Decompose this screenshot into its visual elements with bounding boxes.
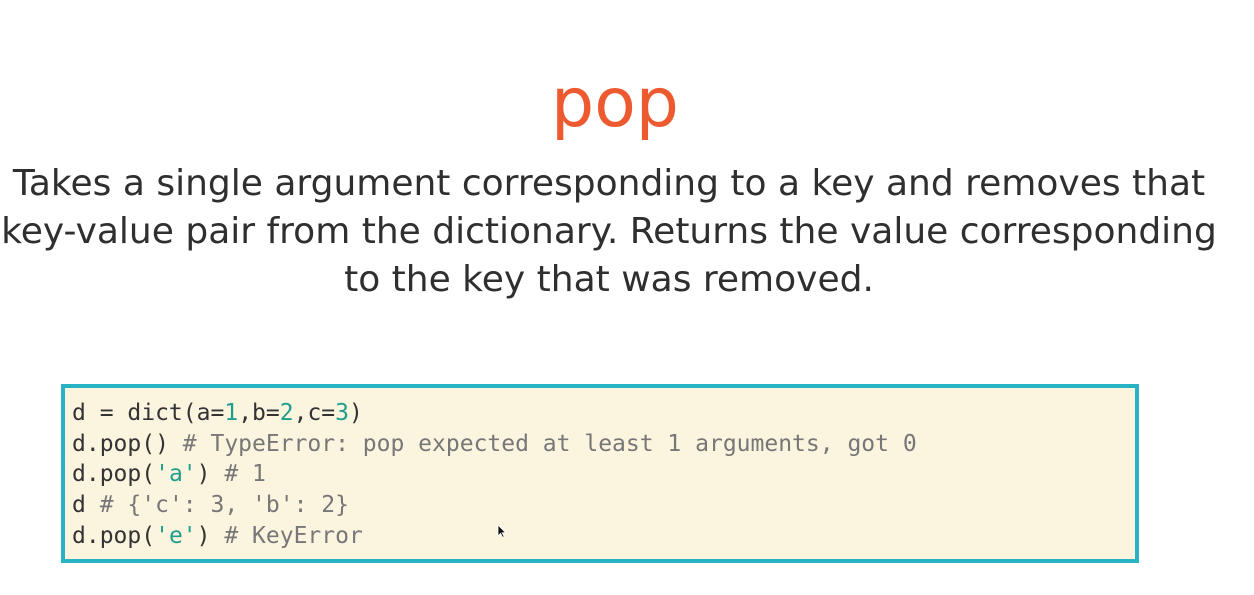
code-text: d = dict(a= [72,400,225,426]
slide-description: Takes a single argument corresponding to… [1,163,1217,300]
code-text: d.pop( [72,522,156,549]
code-comment: # {'c': 3, 'b': 2} [99,492,349,519]
code-text: d.pop( [72,461,156,488]
code-block: d = dict(a=1,b=2,c=3) d.pop() # TypeError… [61,384,1139,563]
slide-title: pop [551,63,679,143]
code-string: 'a' [155,461,197,488]
code-text: ,b= [238,400,280,426]
code-number: 1 [224,400,239,426]
code-comment: # TypeError: pop expected at least 1 arg… [182,430,917,457]
code-text: ,c= [293,400,336,426]
code-number: 3 [335,400,349,426]
code-text: ) [349,400,363,426]
code-string: 'e' [155,522,197,549]
code-line-3: d.pop('a') # 1 [72,459,1135,490]
code-line-4: d # {'c': 3, 'b': 2} [72,490,1135,521]
code-comment: # KeyError [224,522,363,549]
code-line-2: d.pop() # TypeError: pop expected at lea… [72,429,1135,460]
code-line-1: d = dict(a=1,b=2,c=3) [72,398,1135,429]
code-text: ) [196,522,225,549]
code-text: d.pop() [72,430,183,457]
code-comment: # 1 [224,461,266,488]
code-number: 2 [279,400,294,426]
code-text: d [72,492,100,519]
mouse-pointer-icon [497,524,507,538]
code-text: ) [196,461,225,488]
code-line-5: d.pop('e') # KeyError [72,521,1135,552]
